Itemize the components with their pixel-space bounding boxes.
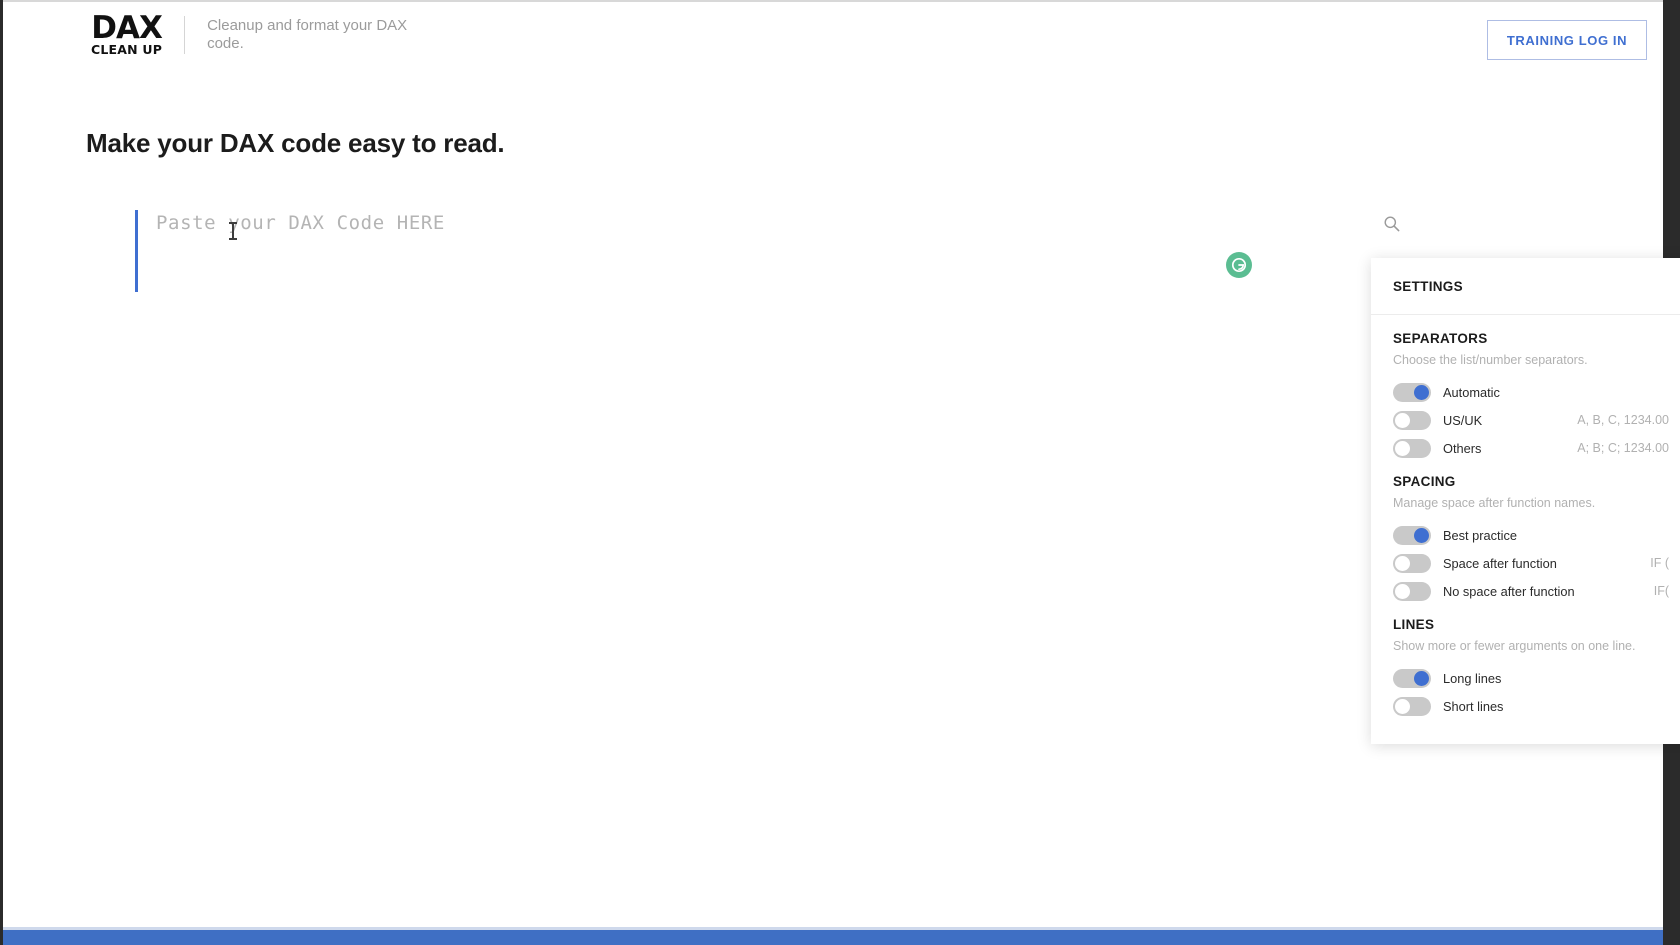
toggle-long-lines[interactable] [1393, 668, 1431, 688]
option-row-short-lines[interactable]: Short lines [1393, 692, 1669, 720]
site-header: DAX CLEAN UP Cleanup and format your DAX… [3, 2, 1663, 85]
option-row-space-after-function[interactable]: Space after function IF ( [1393, 549, 1669, 577]
settings-groups: SEPARATORS Choose the list/number separat… [1371, 315, 1680, 720]
dax-cleanup-logo[interactable]: DAX CLEAN UP [91, 10, 163, 58]
option-row-best-practice[interactable]: Best practice [1393, 521, 1669, 549]
toggle-automatic[interactable] [1393, 382, 1431, 402]
settings-group-spacing: SPACING Manage space after function names… [1393, 474, 1669, 605]
toggle-knob [1414, 384, 1429, 400]
option-example: A; B; C; 1234.00 [1577, 441, 1669, 455]
toggle-knob [1414, 670, 1429, 686]
group-title: SPACING [1393, 474, 1456, 489]
toggle-space-after-function[interactable] [1393, 553, 1431, 573]
grammarly-icon[interactable] [1226, 252, 1252, 278]
option-label: Automatic [1443, 384, 1500, 400]
page-title: Make your DAX code easy to read. [86, 128, 505, 158]
settings-title: SETTINGS [1393, 278, 1463, 294]
toggle-others[interactable] [1393, 438, 1431, 458]
toggle-knob [1395, 698, 1410, 714]
toggle-knob [1395, 583, 1410, 599]
bottom-status-bar[interactable] [3, 930, 1663, 945]
editor-caret [135, 210, 138, 292]
option-row-us-uk[interactable]: US/UK A, B, C, 1234.00 [1393, 406, 1669, 434]
brand-divider [184, 16, 186, 55]
logo-sub-text: CLEAN UP [91, 42, 163, 58]
option-label: Space after function [1443, 555, 1557, 571]
window-left-edge [0, 0, 3, 945]
option-label: US/UK [1443, 412, 1483, 428]
option-example: IF( [1653, 584, 1669, 598]
toggle-knob [1395, 555, 1410, 571]
brand-tagline: Cleanup and format your DAX code. [207, 16, 408, 53]
toggle-no-space-after-function[interactable] [1393, 581, 1431, 601]
settings-panel: SETTINGS SEPARATORS Choose the list/numbe… [1371, 258, 1680, 744]
search-icon[interactable] [1379, 211, 1405, 237]
mouse-ibeam-cursor [229, 222, 237, 240]
option-example: A, B, C, 1234.00 [1577, 413, 1669, 427]
option-label: Best practice [1443, 527, 1517, 543]
logo-main-text: DAX [91, 10, 163, 46]
editor-placeholder: Paste your DAX Code HERE [156, 212, 445, 234]
settings-group-separators: SEPARATORS Choose the list/number separat… [1393, 331, 1669, 462]
option-example: IF ( [1650, 556, 1669, 570]
option-label: Long lines [1443, 670, 1502, 686]
toggle-short-lines[interactable] [1393, 696, 1431, 716]
training-log-in-button[interactable]: TRAINING LOG IN [1487, 20, 1647, 60]
settings-panel-header: SETTINGS [1371, 258, 1680, 315]
group-description: Manage space after function names. [1393, 496, 1596, 510]
group-title: SEPARATORS [1393, 331, 1488, 346]
dax-code-editor[interactable]: Paste your DAX Code HERE [86, 196, 1336, 816]
option-label: Short lines [1443, 698, 1504, 714]
group-title: LINES [1393, 617, 1435, 632]
option-row-no-space-after-function[interactable]: No space after function IF( [1393, 577, 1669, 605]
toggle-knob [1395, 412, 1410, 428]
brand[interactable]: DAX CLEAN UP Cleanup and format your DAX… [91, 10, 447, 58]
option-row-long-lines[interactable]: Long lines [1393, 664, 1669, 692]
option-label: Others [1443, 440, 1482, 456]
option-row-others[interactable]: Others A; B; C; 1234.00 [1393, 434, 1669, 462]
toggle-us-uk[interactable] [1393, 410, 1431, 430]
toggle-best-practice[interactable] [1393, 525, 1431, 545]
settings-group-lines: LINES Show more or fewer arguments on one… [1393, 617, 1669, 720]
toggle-knob [1395, 440, 1410, 456]
option-label: No space after function [1443, 583, 1575, 599]
group-description: Show more or fewer arguments on one line… [1393, 639, 1636, 653]
browser-viewport: DAX CLEAN UP Cleanup and format your DAX… [0, 0, 1680, 945]
group-description: Choose the list/number separators. [1393, 353, 1588, 367]
option-row-automatic[interactable]: Automatic [1393, 378, 1669, 406]
toggle-knob [1414, 527, 1429, 543]
